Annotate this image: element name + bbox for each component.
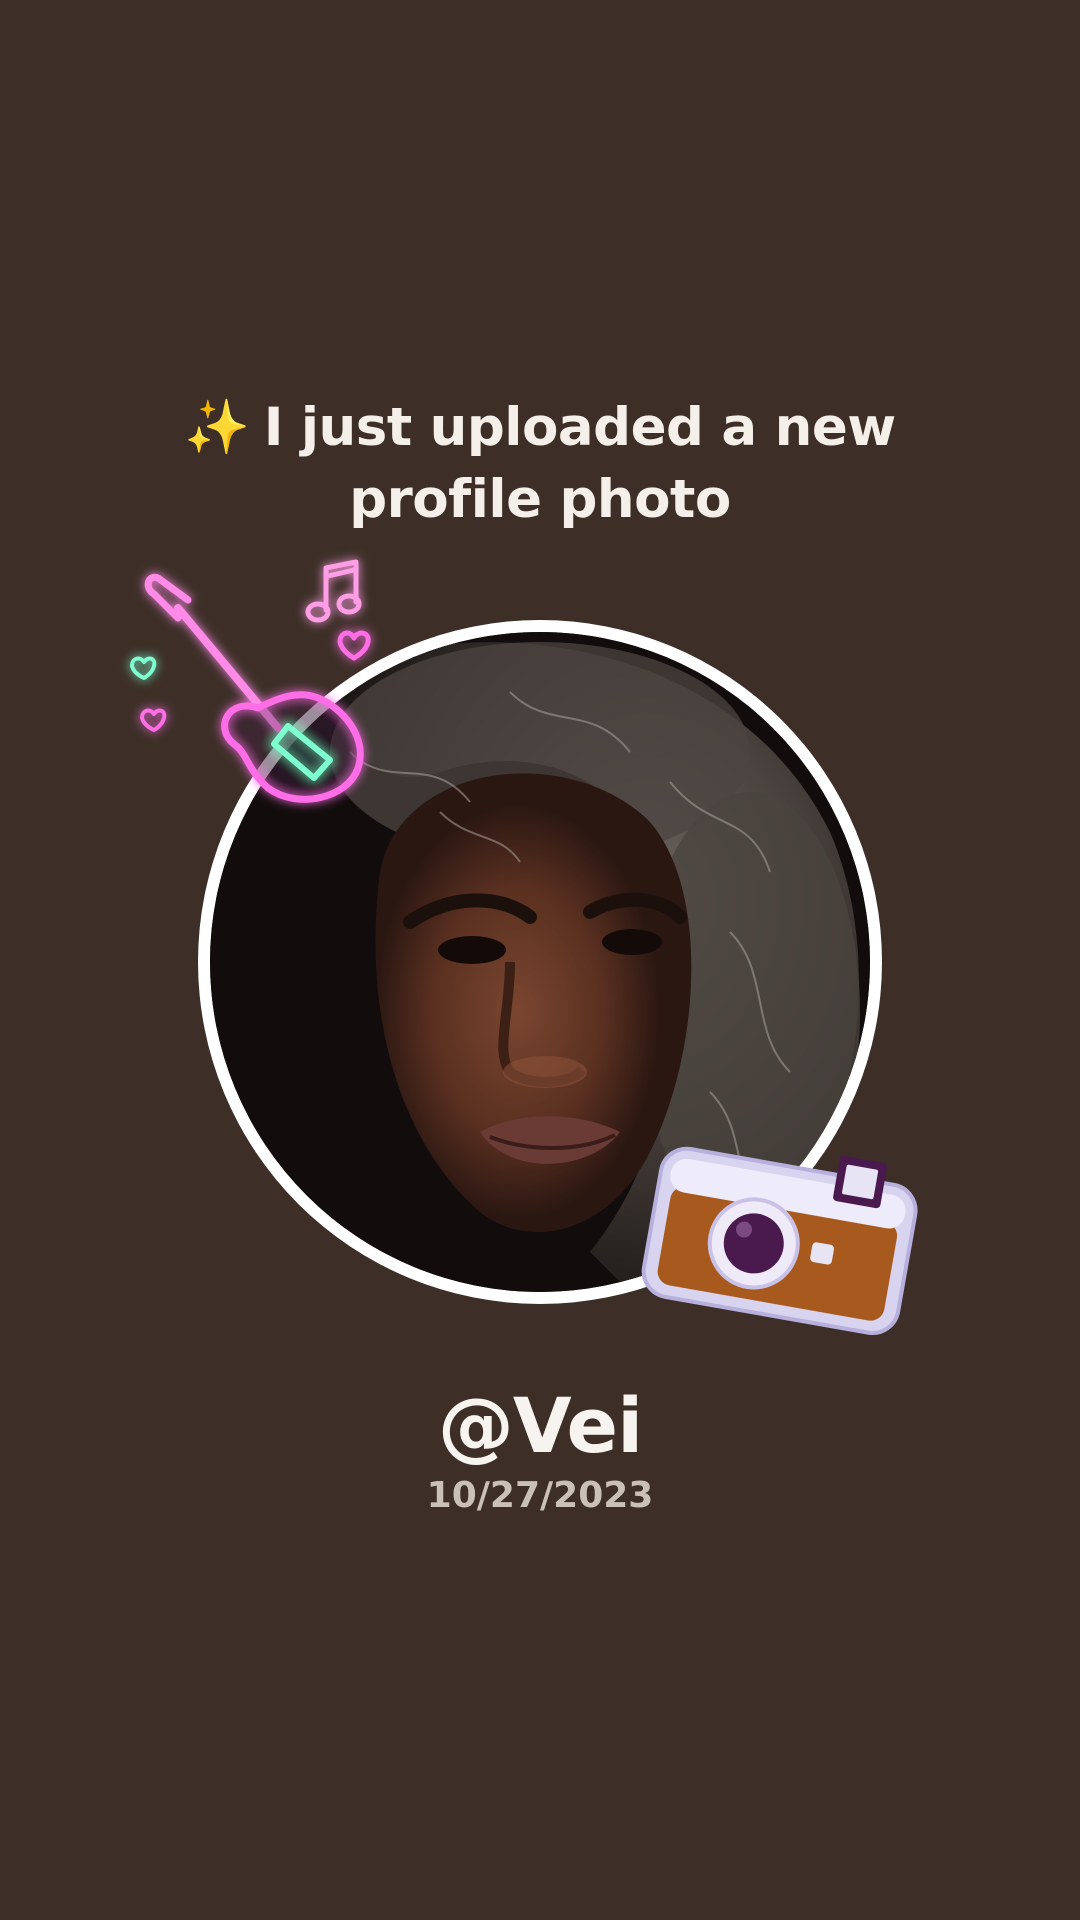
headline-line-2: profile photo: [349, 469, 731, 530]
story-headline: ✨ I just uploaded a new profile photo: [0, 392, 1080, 536]
headline-line-1: ✨ I just uploaded a new: [0, 392, 1080, 464]
neon-guitar-sticker[interactable]: [118, 548, 398, 818]
headline-text-1: I just uploaded a new: [263, 397, 897, 458]
sparkles-icon: ✨: [184, 397, 250, 458]
username[interactable]: @Vei: [0, 1378, 1080, 1474]
guitar-icon: [130, 559, 371, 803]
upload-date: 10/27/2023: [426, 1475, 654, 1516]
camera-sticker[interactable]: [636, 1118, 926, 1348]
camera-icon: [641, 1146, 918, 1336]
